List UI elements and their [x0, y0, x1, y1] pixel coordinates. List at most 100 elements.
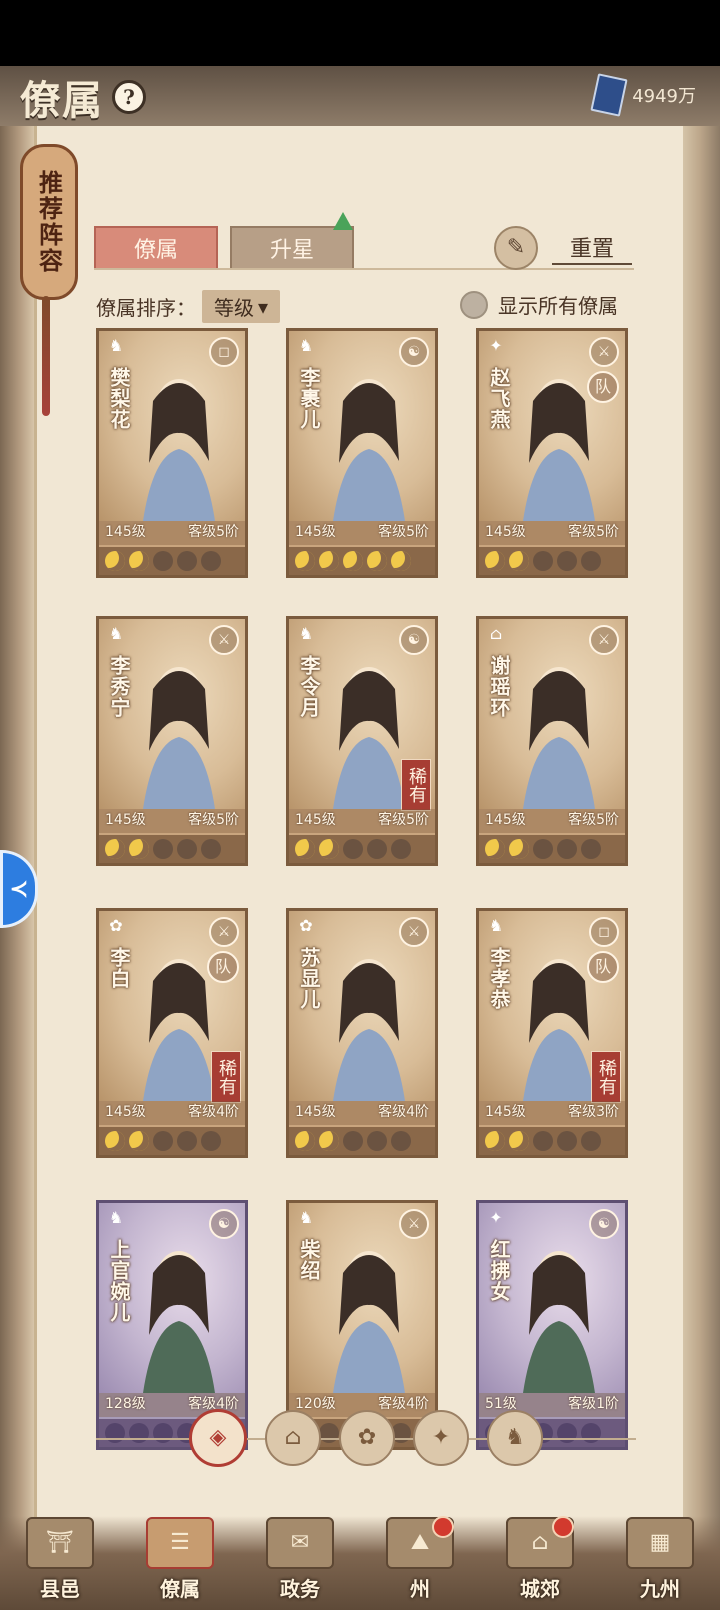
- nav-label: 僚属: [160, 1577, 200, 1601]
- sort-selected-value: 等级: [214, 296, 254, 320]
- nav-label: 州: [410, 1577, 430, 1601]
- fan-filter-icon[interactable]: ✦: [413, 1410, 469, 1466]
- subordinate-card[interactable]: ⌂ ⚔ 谢瑶环 145级 客级5阶: [476, 616, 628, 866]
- moon-icon: [557, 839, 577, 859]
- app-root: 僚属 ? 4949万 推荐阵容 僚属 升星 ✎ 重置 僚属排序： 等级 ▾ 显示…: [0, 66, 720, 1610]
- subordinate-card[interactable]: ♞ ⚔ 李秀宁 145级 客级5阶: [96, 616, 248, 866]
- reset-label: 重置: [552, 231, 633, 265]
- subordinate-name: 李令月: [297, 655, 321, 718]
- tab-subordinates[interactable]: 僚属: [94, 226, 218, 270]
- tab-star-up[interactable]: 升星: [230, 226, 354, 270]
- moon-icon: [201, 1131, 221, 1151]
- subordinate-name: 谢瑶环: [487, 655, 511, 718]
- nav-item-0[interactable]: ⛩ 县邑: [12, 1516, 108, 1602]
- nav-item-4[interactable]: ⌂ 城郊: [492, 1516, 588, 1602]
- sort-dropdown[interactable]: 等级 ▾: [202, 290, 281, 323]
- star-moons: [479, 547, 625, 575]
- recommend-lineup-button[interactable]: 推荐阵容: [20, 144, 78, 300]
- nav-item-5[interactable]: ▦ 九州: [612, 1516, 708, 1602]
- moon-icon: [485, 551, 505, 571]
- moon-icon: [129, 839, 149, 859]
- nav-item-1[interactable]: ☰ 僚属: [132, 1516, 228, 1602]
- bottom-nav: ⛩ 县邑 ☰ 僚属 ✉ 政务 ⛰ 州 ⌂ 城郊 ▦ 九州: [0, 1516, 720, 1610]
- type-icon: ⚔: [209, 917, 239, 947]
- moon-icon: [557, 551, 577, 571]
- map-icon: ▦: [626, 1517, 694, 1569]
- star-moons: [479, 835, 625, 863]
- moon-icon: [391, 551, 411, 571]
- level-text: 145级: [105, 1104, 146, 1120]
- character-silhouette: [143, 959, 215, 1101]
- nav-item-3[interactable]: ⛰ 州: [372, 1516, 468, 1602]
- moon-icon: [295, 551, 315, 571]
- subordinate-name: 樊梨花: [107, 367, 131, 430]
- subordinate-card[interactable]: ♞ ◻ 樊梨花 145级 客级5阶: [96, 328, 248, 578]
- cloud-filter-icon[interactable]: ✿: [339, 1410, 395, 1466]
- broom-icon: ✎: [494, 226, 538, 270]
- subordinate-card[interactable]: ♞ ☯ 李令月 稀有 145级 客级5阶: [286, 616, 438, 866]
- horse-filter-icon[interactable]: ♞: [487, 1410, 543, 1466]
- subordinate-card[interactable]: ♞ ◻ 李孝恭 队 稀有 145级 客级3阶: [476, 908, 628, 1158]
- level-text: 145级: [295, 1104, 336, 1120]
- moon-icon: [105, 551, 125, 571]
- type-icon: ⚔: [399, 917, 429, 947]
- moon-icon: [177, 1131, 197, 1151]
- rank-text: 客级5阶: [568, 812, 619, 828]
- nav-item-2[interactable]: ✉ 政务: [252, 1516, 348, 1602]
- rank-text: 客级4阶: [188, 1104, 239, 1120]
- subordinate-name: 上官婉儿: [107, 1239, 131, 1323]
- rank-text: 客级5阶: [378, 812, 429, 828]
- city-gate-icon: ⛩: [26, 1517, 94, 1569]
- star-moons: [99, 1127, 245, 1155]
- team-badge: 队: [587, 371, 619, 403]
- rare-badge: 稀有: [211, 1051, 241, 1103]
- title-area: 僚属 ?: [20, 70, 146, 124]
- nav-label: 城郊: [520, 1577, 560, 1601]
- book-right-edge: [680, 106, 720, 1566]
- level-row: 145级 客级4阶: [99, 1101, 245, 1125]
- subordinate-name: 李白: [107, 947, 131, 989]
- level-text: 145级: [105, 524, 146, 540]
- blue-book-icon: [590, 73, 628, 117]
- nav-label: 政务: [280, 1577, 320, 1601]
- subordinate-card[interactable]: ♞ ☯ 李裹儿 145级 客级5阶: [286, 328, 438, 578]
- show-all-toggle[interactable]: 显示所有僚属: [460, 290, 618, 319]
- bell-filter-icon[interactable]: ⌂: [265, 1410, 321, 1466]
- currency-display[interactable]: 4949万: [590, 73, 696, 117]
- subordinate-name: 赵飞燕: [487, 367, 511, 430]
- rare-badge: 稀有: [591, 1051, 621, 1103]
- class-icon: ✦: [489, 1208, 503, 1227]
- moon-icon: [509, 1131, 529, 1151]
- show-all-label: 显示所有僚属: [498, 294, 618, 318]
- type-icon: ⚔: [589, 625, 619, 655]
- character-silhouette: [143, 1251, 215, 1393]
- level-row: 145级 客级5阶: [99, 809, 245, 833]
- type-icon: ⚔: [209, 625, 239, 655]
- rank-text: 客级5阶: [378, 524, 429, 540]
- rank-text: 客级4阶: [378, 1104, 429, 1120]
- type-icon: ⚔: [589, 337, 619, 367]
- moon-icon: [367, 839, 387, 859]
- character-silhouette: [523, 379, 595, 521]
- level-text: 145级: [485, 812, 526, 828]
- show-all-radio[interactable]: [460, 290, 488, 319]
- subordinate-card[interactable]: ✦ ⚔ 赵飞燕 队 145级 客级5阶: [476, 328, 628, 578]
- reset-button[interactable]: ✎ 重置: [494, 226, 633, 270]
- nav-label: 县邑: [40, 1577, 80, 1601]
- help-icon[interactable]: ?: [112, 80, 146, 114]
- moon-icon: [153, 551, 173, 571]
- star-moons: [99, 547, 245, 575]
- subordinate-card[interactable]: ✿ ⚔ 苏显儿 145级 客级4阶: [286, 908, 438, 1158]
- sort-label: 僚属排序：: [96, 296, 196, 320]
- chevron-down-icon: ▾: [258, 294, 269, 319]
- moon-icon: [367, 551, 387, 571]
- character-silhouette: [143, 379, 215, 521]
- moon-icon: [129, 551, 149, 571]
- character-silhouette: [523, 667, 595, 809]
- star-moons: [479, 1127, 625, 1155]
- moon-icon: [509, 551, 529, 571]
- all-filter-icon[interactable]: ◈: [189, 1409, 247, 1467]
- moon-icon: [153, 1131, 173, 1151]
- class-icon: ♞: [298, 624, 314, 643]
- subordinate-card[interactable]: ✿ ⚔ 李白 队 稀有 145级 客级4阶: [96, 908, 248, 1158]
